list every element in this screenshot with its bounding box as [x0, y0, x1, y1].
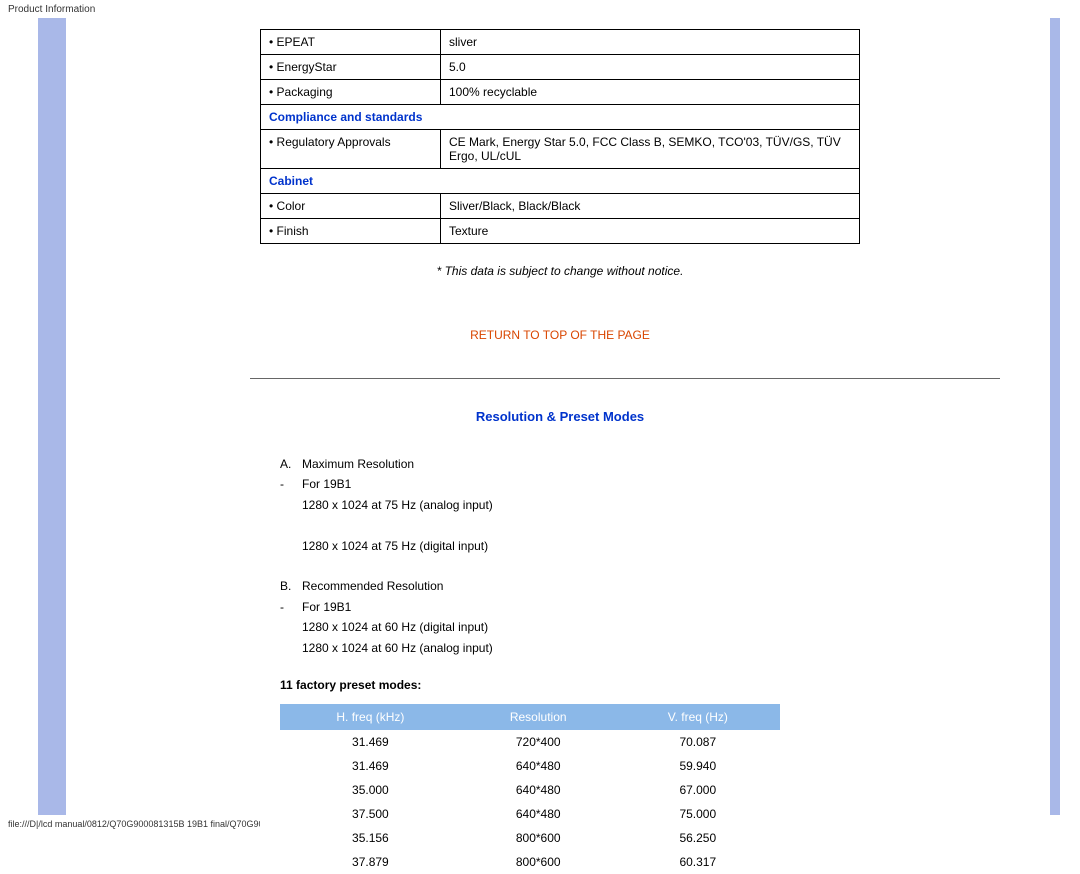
list-item: 1280 x 1024 at 60 Hz (digital input) [280, 617, 860, 637]
list-item: A.Maximum Resolution [280, 454, 860, 474]
return-to-top-link[interactable]: RETURN TO TOP OF THE PAGE [470, 328, 650, 342]
table-row: • Packaging 100% recyclable [261, 80, 860, 105]
table-row: 31.469640*48059.940 [281, 754, 780, 778]
list-item [280, 515, 860, 535]
table-row: 37.500640*48075.000 [281, 802, 780, 826]
spec-label: • EPEAT [261, 30, 441, 55]
spec-label: • Finish [261, 219, 441, 244]
table-row: 37.879800*60060.317 [281, 850, 780, 874]
return-link-wrap: RETURN TO TOP OF THE PAGE [260, 308, 860, 372]
table-row: 35.000640*48067.000 [281, 778, 780, 802]
table-section-header: Compliance and standards [261, 105, 860, 130]
list-item: B.Recommended Resolution [280, 576, 860, 596]
disclaimer: * This data is subject to change without… [260, 244, 860, 308]
page-title: Product Information [8, 4, 95, 15]
spec-label: • Regulatory Approvals [261, 130, 441, 169]
sidebar-right [1050, 18, 1060, 816]
list-item: 1280 x 1024 at 75 Hz (digital input) [280, 536, 860, 556]
spec-value: CE Mark, Energy Star 5.0, FCC Class B, S… [441, 130, 860, 169]
col-hfreq: H. freq (kHz) [281, 704, 461, 729]
spec-table: • EPEAT sliver • EnergyStar 5.0 • Packag… [260, 29, 860, 244]
spec-label: • Packaging [261, 80, 441, 105]
table-row: • EnergyStar 5.0 [261, 55, 860, 80]
section-compliance: Compliance and standards [261, 105, 860, 130]
divider [250, 378, 1000, 379]
list-item [280, 556, 860, 576]
list-item: -For 19B1 [280, 597, 860, 617]
list-item: 1280 x 1024 at 60 Hz (analog input) [280, 638, 860, 658]
table-row: • Regulatory Approvals CE Mark, Energy S… [261, 130, 860, 169]
list-item: 1280 x 1024 at 75 Hz (analog input) [280, 495, 860, 515]
content: • EPEAT sliver • EnergyStar 5.0 • Packag… [260, 19, 1000, 874]
resolution-list: A.Maximum Resolution -For 19B1 1280 x 10… [260, 454, 860, 658]
table-section-header: Cabinet [261, 169, 860, 194]
table-row: 31.469720*40070.087 [281, 729, 780, 754]
spec-value: 5.0 [441, 55, 860, 80]
spec-value: sliver [441, 30, 860, 55]
page-header: Product Information [0, 0, 1080, 19]
table-row: • EPEAT sliver [261, 30, 860, 55]
spec-label: • Color [261, 194, 441, 219]
spec-label: • EnergyStar [261, 55, 441, 80]
section-cabinet: Cabinet [261, 169, 860, 194]
table-row: • Finish Texture [261, 219, 860, 244]
table-row: • Color Sliver/Black, Black/Black [261, 194, 860, 219]
sidebar-left [38, 18, 66, 816]
preset-table: H. freq (kHz) Resolution V. freq (Hz) 31… [280, 704, 780, 874]
spec-value: Texture [441, 219, 860, 244]
preset-heading: 11 factory preset modes: [260, 658, 1000, 704]
resolution-title: Resolution & Preset Modes [260, 409, 860, 424]
table-header-row: H. freq (kHz) Resolution V. freq (Hz) [281, 704, 780, 729]
table-row: 35.156800*60056.250 [281, 826, 780, 850]
col-vfreq: V. freq (Hz) [616, 704, 779, 729]
col-resolution: Resolution [460, 704, 616, 729]
spec-value: Sliver/Black, Black/Black [441, 194, 860, 219]
list-item: -For 19B1 [280, 474, 860, 494]
spec-value: 100% recyclable [441, 80, 860, 105]
